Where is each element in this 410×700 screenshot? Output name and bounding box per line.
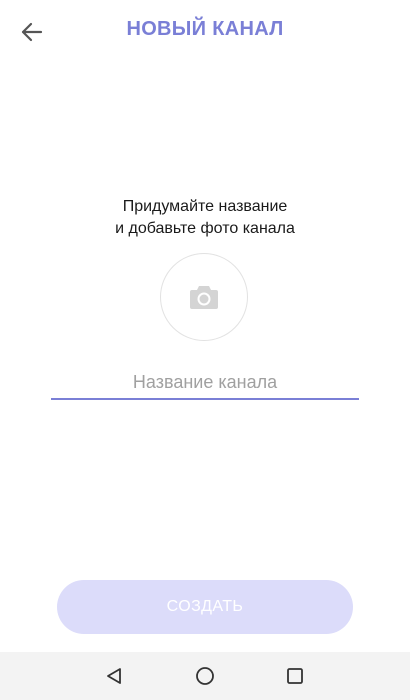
channel-name-input[interactable] bbox=[51, 366, 359, 400]
home-circle-icon bbox=[196, 667, 214, 685]
new-channel-screen: НОВЫЙ КАНАЛ Придумайте название и добавь… bbox=[0, 0, 410, 700]
prompt-line-2: и добавьте фото канала bbox=[115, 220, 295, 237]
back-triangle-icon bbox=[107, 668, 121, 684]
prompt-line-1: Придумайте название bbox=[122, 198, 288, 215]
nav-recents-button[interactable] bbox=[265, 652, 325, 700]
channel-prompt: Придумайте название и добавьте фото кана… bbox=[0, 196, 410, 240]
create-button[interactable]: СОЗДАТЬ bbox=[57, 580, 353, 634]
nav-back-button[interactable] bbox=[84, 652, 144, 700]
header: НОВЫЙ КАНАЛ bbox=[0, 0, 410, 62]
add-photo-button[interactable] bbox=[160, 253, 248, 341]
nav-home-button[interactable] bbox=[175, 652, 235, 700]
page-title: НОВЫЙ КАНАЛ bbox=[126, 18, 284, 40]
camera-icon bbox=[190, 286, 218, 309]
system-navbar bbox=[0, 652, 410, 700]
recents-square-icon bbox=[287, 668, 303, 684]
